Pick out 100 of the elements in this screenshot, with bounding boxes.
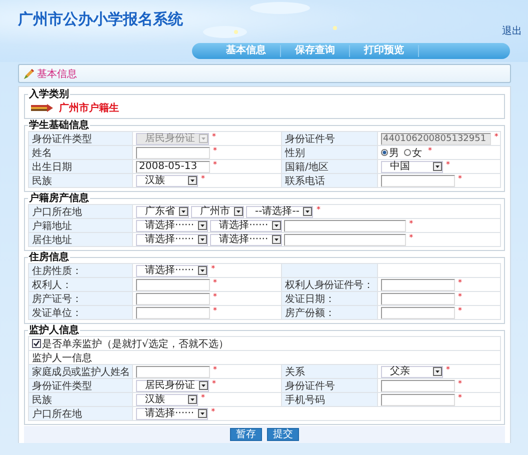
caret-icon (188, 395, 197, 404)
required-mark: * (212, 132, 216, 141)
dropdown[interactable]: 请选择······ (136, 408, 208, 420)
text-field[interactable] (136, 278, 210, 290)
required-mark: * (316, 205, 320, 214)
caret-icon (198, 409, 208, 418)
section-title: 监护人信息 (28, 325, 80, 336)
required-mark: * (458, 292, 462, 301)
section-title: 入学类别 (28, 89, 70, 100)
required-mark: * (409, 219, 414, 228)
caret-icon (198, 221, 208, 230)
dropdown[interactable]: 请选择······ (136, 234, 208, 246)
radio-option[interactable]: 男 (381, 146, 399, 160)
field-label: 民族 (29, 393, 132, 406)
action-button[interactable]: 暂存 (230, 428, 262, 441)
required-mark: * (458, 174, 462, 183)
text-field[interactable] (136, 146, 210, 158)
field-label: 身份证件类型 (29, 379, 132, 392)
text-field[interactable] (136, 366, 210, 378)
caret-icon (199, 134, 208, 143)
text-field[interactable] (381, 174, 455, 186)
arrow-icon (31, 104, 53, 112)
required-mark: * (458, 379, 462, 388)
caret-icon (433, 162, 442, 171)
caret-icon (272, 221, 282, 230)
required-mark: * (201, 393, 205, 402)
dropdown[interactable]: 请选择······ (136, 264, 208, 276)
dropdown[interactable]: 请选择······ (210, 234, 282, 246)
required-mark: * (428, 146, 432, 155)
required-mark: * (458, 393, 462, 402)
caret-icon (188, 176, 197, 185)
section-title: 户籍房产信息 (28, 193, 90, 204)
dropdown[interactable]: 请选择······ (210, 220, 282, 232)
required-mark: * (446, 365, 450, 374)
field-label: 户籍地址 (29, 219, 132, 232)
required-mark: * (211, 264, 216, 273)
field-label: 住房性质： (29, 264, 132, 277)
text-field[interactable] (381, 306, 455, 318)
required-mark: * (213, 160, 217, 169)
logout-link[interactable]: 退出 (502, 24, 522, 38)
caret-icon (199, 381, 208, 390)
section-title: 学生基础信息 (28, 120, 90, 131)
text-field[interactable] (136, 306, 210, 318)
caret-icon (198, 266, 208, 275)
field-label: 身份证件号 (282, 379, 377, 392)
caret-icon (433, 367, 442, 376)
pencil-icon (23, 68, 35, 80)
required-mark: * (494, 132, 498, 141)
field-label: 出生日期 (29, 160, 132, 173)
field-label: 身份证件类型 (29, 132, 132, 145)
text-field[interactable] (381, 380, 455, 392)
field-label: 身份证件号 (282, 132, 377, 145)
text-field[interactable] (136, 292, 210, 304)
field-label: 权利人身份证件号： (282, 278, 377, 291)
field-label: 家庭成员或监护人姓名 (29, 365, 132, 378)
dropdown[interactable]: 广州市 (191, 206, 244, 218)
required-mark: * (212, 379, 216, 388)
required-mark: * (213, 278, 217, 287)
required-mark: * (213, 365, 217, 374)
dropdown[interactable]: 汉族 (136, 174, 198, 186)
required-mark: * (213, 292, 217, 301)
subsection-label: 监护人一信息 (29, 351, 500, 364)
page-title: 广州市公办小学报名系统 (18, 10, 183, 29)
field-label: 户口所在地 (29, 407, 132, 420)
action-button[interactable]: 提交 (267, 428, 299, 441)
required-mark: * (201, 174, 205, 183)
text-field[interactable] (381, 278, 455, 290)
dropdown[interactable]: 父亲 (381, 366, 443, 378)
field-label: 发证日期： (282, 292, 377, 305)
radio-option[interactable]: 女 (404, 146, 422, 160)
required-mark: * (458, 306, 462, 315)
caret-icon (272, 235, 282, 244)
required-mark: * (211, 407, 216, 416)
field-label: 手机号码 (282, 393, 377, 406)
dropdown[interactable]: 居民身份证 (136, 380, 209, 392)
required-mark: * (409, 233, 414, 242)
field-label: 户口所在地 (29, 205, 132, 218)
required-mark: * (213, 306, 217, 315)
text-field[interactable]: 2008-05-13 (136, 160, 210, 172)
required-mark: * (213, 146, 217, 155)
dropdown[interactable]: 中国 (381, 160, 443, 172)
field-label: 姓名 (29, 146, 132, 159)
dropdown[interactable]: 请选择······ (136, 220, 208, 232)
field-label: 房产份额： (282, 306, 377, 319)
section-title: 住房信息 (28, 252, 70, 263)
text-field[interactable] (381, 394, 455, 406)
field-label: 性别 (282, 146, 377, 159)
category-text: 广州市户籍生 (59, 101, 119, 114)
checkbox-option[interactable]: 是否单亲监护（是就打√选定，否就不选） (32, 336, 228, 350)
dropdown[interactable]: 汉族 (136, 394, 198, 406)
dropdown[interactable]: --请选择-- (246, 206, 314, 218)
text-field[interactable] (284, 234, 406, 246)
field-label: 居住地址 (29, 233, 132, 246)
text-field[interactable] (284, 220, 406, 232)
caret-icon (234, 207, 243, 216)
text-field[interactable] (381, 292, 455, 304)
dropdown[interactable]: 广东省 (136, 206, 189, 218)
caret-icon (198, 235, 208, 244)
breadcrumb-title: 基本信息 (37, 68, 77, 80)
required-mark: * (458, 278, 462, 287)
